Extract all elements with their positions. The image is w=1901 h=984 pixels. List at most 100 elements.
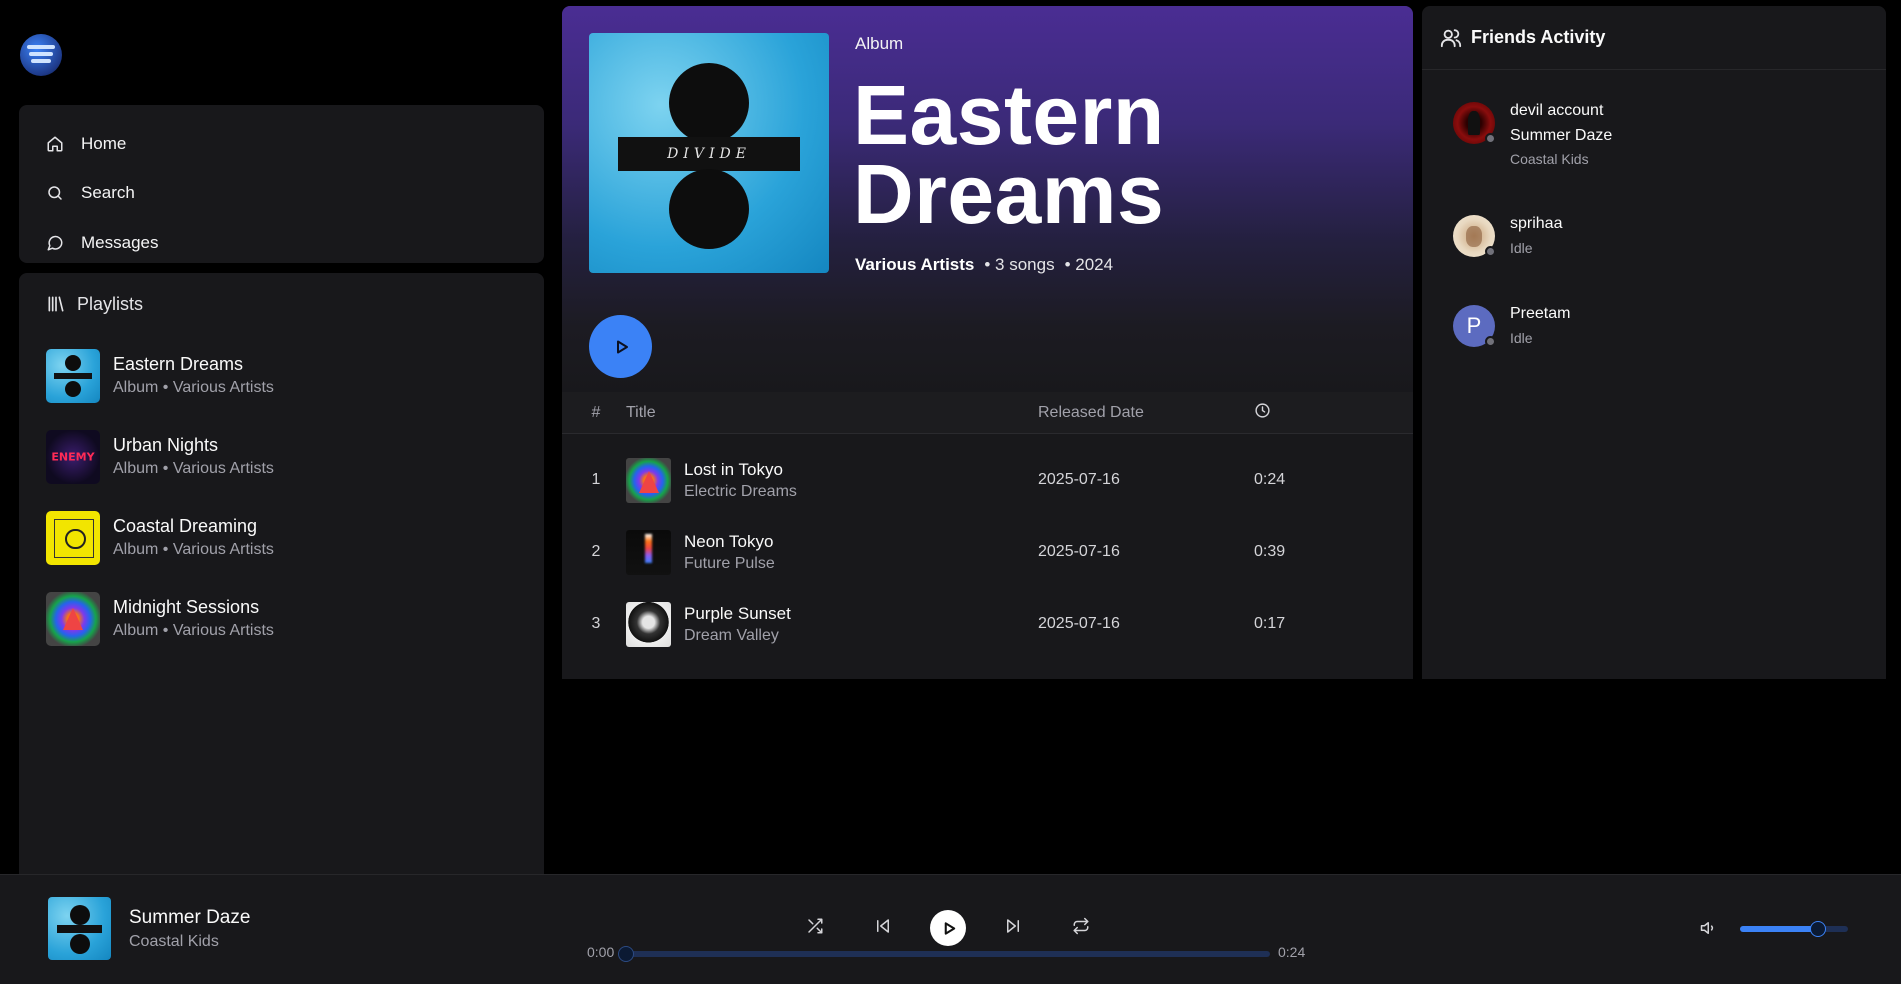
app: Home Search Messages Playlists Eastern D… [0, 0, 1901, 984]
shuffle-button[interactable] [804, 915, 826, 937]
progress-bar[interactable] [618, 946, 1270, 962]
friend-status: Idle [1510, 330, 1533, 346]
nav-item-search[interactable]: Search [19, 169, 544, 219]
repeat-button[interactable] [1070, 915, 1092, 937]
friend-song-artist: Coastal Kids [1510, 151, 1589, 167]
playlist-item[interactable]: Eastern Dreams Album • Various Artists [19, 335, 544, 416]
track-artist: Future Pulse [684, 554, 775, 572]
playlist-cover [46, 348, 100, 403]
library-header[interactable]: Playlists [19, 273, 544, 335]
volume-slider[interactable] [1740, 921, 1848, 937]
player-bar: Summer Daze Coastal Kids 0:00 0:24 [0, 874, 1901, 984]
friend-item[interactable]: sprihaa Idle [1453, 215, 1562, 257]
nav-item-messages[interactable]: Messages [19, 218, 544, 268]
volume-button[interactable] [1700, 919, 1718, 942]
play-icon [944, 921, 955, 935]
clock-icon [1255, 402, 1270, 418]
track-duration: 0:39 [1254, 543, 1286, 560]
time-current: 0:00 [587, 944, 615, 960]
friend-status: Idle [1510, 240, 1533, 256]
playlist-subtitle: Album • Various Artists [113, 379, 274, 396]
track-duration: 0:24 [1254, 471, 1286, 488]
playlist-item[interactable]: Midnight Sessions Album • Various Artist… [19, 578, 544, 659]
users-icon [1440, 28, 1462, 47]
album-view: DIVIDE Album Eastern Dreams Various Arti… [562, 6, 1413, 679]
track-row[interactable]: 3 Purple Sunset Dream Valley 2025-07-16 … [562, 588, 1413, 660]
nav-item-label: Search [81, 183, 135, 203]
album-title: Eastern Dreams [853, 68, 1165, 241]
track-number: 2 [591, 543, 601, 560]
friend-name: Preetam [1510, 305, 1571, 322]
album-song-count: • 3 songs [984, 255, 1055, 274]
status-dot [1485, 246, 1496, 257]
album-play-button[interactable] [589, 315, 652, 378]
skip-back-icon [877, 919, 889, 933]
friend-song[interactable]: Summer Daze [1510, 127, 1612, 145]
library-icon [48, 296, 64, 312]
playlist-item[interactable]: Coastal Dreaming Album • Various Artists [19, 497, 544, 578]
album-artist[interactable]: Various Artists [855, 255, 974, 275]
progress-handle[interactable] [618, 946, 634, 962]
playlist-title: Midnight Sessions [113, 597, 260, 617]
track-row[interactable]: 2 Neon Tokyo Future Pulse 2025-07-16 0:3… [562, 516, 1413, 588]
playlist-cover [46, 510, 100, 565]
friends-header: Friends Activity [1422, 6, 1886, 70]
status-dot [1485, 336, 1496, 347]
nav-item-label: Messages [81, 232, 159, 252]
friend-name: sprihaa [1510, 215, 1563, 232]
track-date: 2025-07-16 [1038, 471, 1120, 488]
play-icon [616, 340, 628, 353]
track-date: 2025-07-16 [1038, 615, 1120, 632]
volume-handle[interactable] [1809, 921, 1826, 937]
message-icon [47, 235, 63, 251]
album-hero: DIVIDE Album Eastern Dreams Various Arti… [562, 6, 1413, 398]
friend-item[interactable]: P Preetam Idle [1453, 305, 1570, 347]
header-date: Released Date [1038, 403, 1144, 421]
friend-name: devil account [1510, 102, 1604, 119]
track-cover [626, 529, 671, 575]
friend-avatar [1453, 102, 1496, 144]
header-title: Title [626, 403, 656, 421]
playlist-cover [46, 591, 100, 646]
track-number: 3 [591, 615, 601, 632]
search-icon [48, 186, 62, 200]
header-duration [1254, 402, 1354, 424]
repeat-icon [1073, 917, 1089, 935]
album-cover: DIVIDE [589, 33, 829, 273]
skip-forward-icon [1007, 919, 1019, 933]
track-table: # Title Released Date 1 Lost in Tokyo El… [562, 392, 1413, 660]
now-playing-artist[interactable]: Coastal Kids [129, 933, 219, 951]
playlist-title: Eastern Dreams [113, 354, 244, 374]
previous-button[interactable] [872, 915, 894, 937]
nav-item-label: Home [81, 133, 127, 153]
friend-avatar: P [1453, 305, 1496, 347]
playlist-item[interactable]: Urban Nights Album • Various Artists [19, 416, 544, 497]
album-year: • 2024 [1064, 255, 1114, 274]
playlist-subtitle: Album • Various Artists [113, 541, 274, 558]
playlist-title: Urban Nights [113, 435, 219, 455]
playlist-subtitle: Album • Various Artists [113, 460, 274, 477]
header-num: # [591, 403, 601, 421]
app-logo[interactable] [20, 34, 62, 76]
cover-text: DIVIDE [667, 146, 751, 162]
now-playing-title[interactable]: Summer Daze [129, 907, 250, 929]
track-row[interactable]: 1 Lost in Tokyo Electric Dreams 2025-07-… [562, 444, 1413, 516]
playlist-title: Coastal Dreaming [113, 516, 258, 536]
album-meta: Various Artists • 3 songs • 2024 [855, 255, 1113, 275]
friend-avatar [1453, 215, 1496, 257]
track-name: Purple Sunset [684, 603, 791, 623]
track-date: 2025-07-16 [1038, 543, 1120, 560]
main-nav: Home Search Messages [19, 105, 544, 263]
friends-title: Friends Activity [1471, 27, 1606, 47]
playlist-subtitle: Album • Various Artists [113, 622, 274, 639]
track-cover [626, 601, 671, 647]
play-pause-button[interactable] [930, 910, 966, 946]
track-name: Lost in Tokyo [684, 459, 783, 479]
now-playing-cover[interactable] [48, 897, 111, 960]
friend-item[interactable]: devil account Summer Daze Coastal Kids [1453, 102, 1612, 167]
library-title: Playlists [77, 293, 144, 314]
next-button[interactable] [1002, 915, 1024, 937]
track-artist: Electric Dreams [684, 482, 797, 500]
volume-fill [1740, 926, 1818, 932]
nav-item-home[interactable]: Home [19, 119, 544, 169]
